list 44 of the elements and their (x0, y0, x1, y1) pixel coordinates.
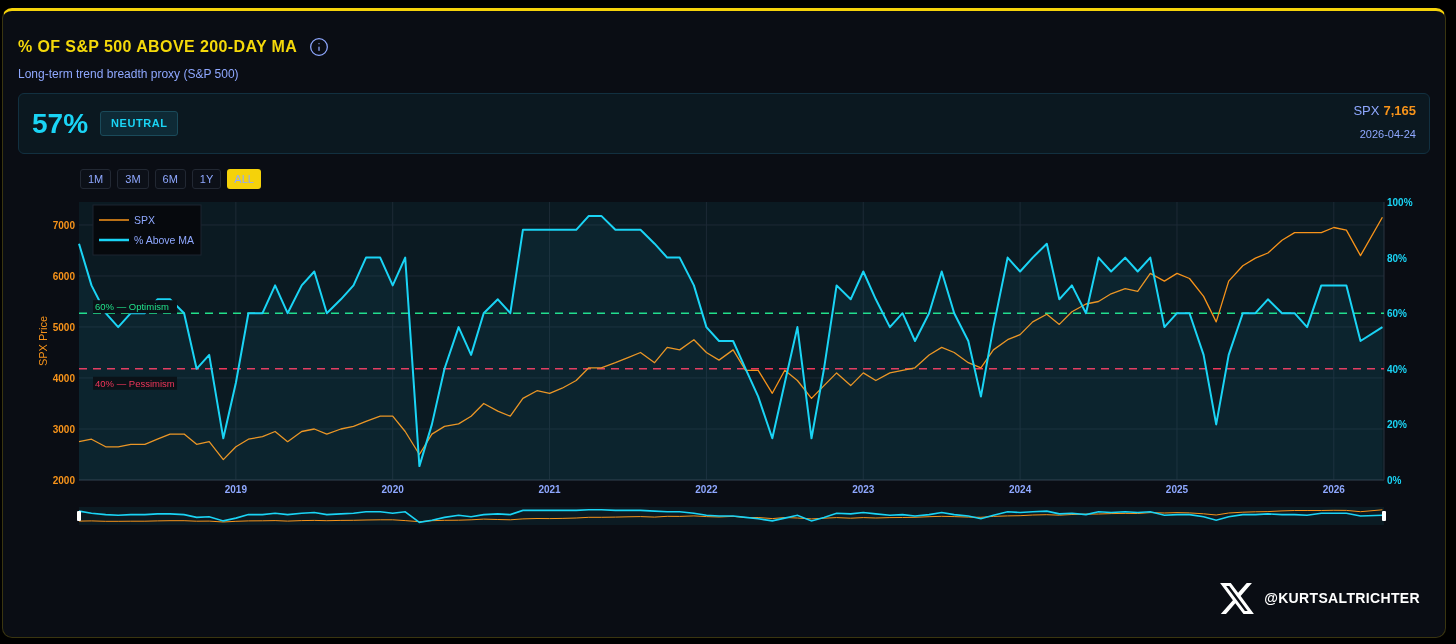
range-button[interactable]: 6M (154, 169, 186, 189)
legend-label: SPX (134, 214, 156, 226)
range-navigator[interactable] (79, 507, 1384, 525)
author-handle: @KURTSALTRICHTER (1264, 589, 1420, 608)
axis-tick-label: 2000 (52, 475, 75, 486)
range-button[interactable]: 3M (117, 169, 149, 189)
range-handle[interactable] (77, 511, 81, 521)
range-handle[interactable] (1382, 511, 1386, 521)
info-icon[interactable] (309, 37, 330, 57)
axis-tick-label: 2021 (538, 484, 561, 495)
legend-label: % Above MA (134, 234, 195, 246)
axis-tick-label: 0% (1387, 475, 1402, 486)
axis-tick-label: 2026 (1322, 484, 1345, 495)
ref-line-label: 60% — Optimism (95, 301, 169, 313)
legend-item: SPX (98, 214, 155, 226)
date-label: 2026-04-24 (1359, 127, 1416, 142)
axis-tick-label: 2022 (695, 484, 718, 495)
axis-tick-label: 4000 (52, 373, 75, 384)
breadth-value: 57% (32, 106, 89, 141)
axis-tick-label: 2023 (852, 484, 875, 495)
card-title: % OF S&P 500 ABOVE 200-DAY MA (18, 37, 298, 57)
axis-tick-label: 100% (1387, 197, 1413, 208)
range-button[interactable]: 1M (80, 169, 112, 189)
axis-tick-label: 5000 (52, 321, 75, 333)
axis-tick-label: 2020 (381, 484, 404, 495)
index-label: SPX (1353, 101, 1380, 120)
axis-tick-label: 7000 (52, 219, 75, 231)
axis-tick-label: 80% (1387, 252, 1407, 264)
axis-tick-label: 40% (1387, 363, 1407, 375)
axis-title: SPX Price (37, 315, 49, 367)
axis-tick-label: 3000 (52, 424, 75, 435)
axis-tick-label: 6000 (52, 270, 75, 282)
range-button[interactable]: 1Y (191, 169, 222, 189)
axis-tick-label: 2024 (1009, 484, 1032, 495)
axis-tick-label: 60% (1387, 308, 1407, 320)
threshold-label: 60% — Optimism (93, 300, 177, 314)
legend-item: % Above MA (99, 234, 195, 246)
axis-tick-label: 2025 (1165, 484, 1189, 495)
axis-tick-label: 20% (1387, 419, 1407, 431)
card-subtitle: Long-term trend breadth proxy (S&P 500) (18, 66, 240, 83)
index-value: 7,165 (1383, 101, 1416, 120)
x-logo-icon (1220, 583, 1255, 614)
axis-tick-label: 2019 (224, 484, 247, 495)
status-badge: NEUTRAL (100, 111, 179, 136)
